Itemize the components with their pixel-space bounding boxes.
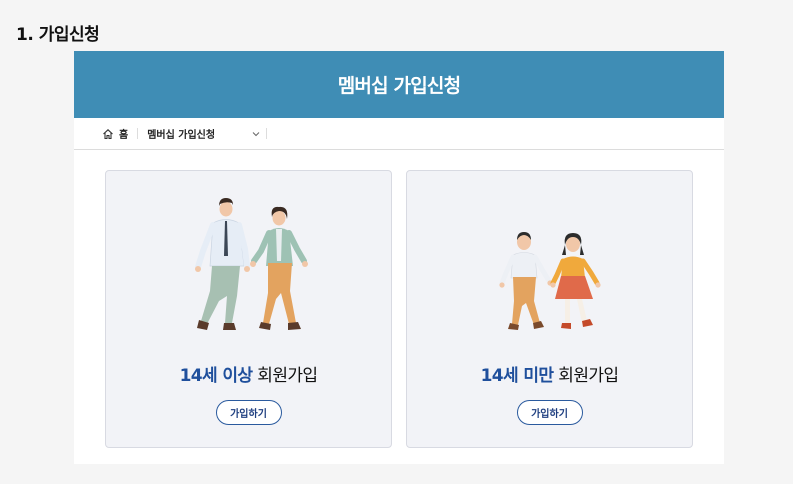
breadcrumb: 홈 멤버십 가입신청 bbox=[74, 118, 724, 150]
page-banner: 멤버십 가입신청 bbox=[74, 51, 724, 118]
chevron-down-icon bbox=[252, 131, 260, 136]
adults-illustration bbox=[195, 198, 308, 330]
card-title: 14세 미만 회원가입 bbox=[407, 361, 692, 386]
card-title: 14세 이상 회원가입 bbox=[106, 361, 391, 386]
section-title: 1. 가입신청 bbox=[16, 25, 100, 45]
join-button-over-14[interactable]: 가입하기 bbox=[215, 400, 282, 425]
breadcrumb-current: 멤버십 가입신청 bbox=[147, 130, 216, 141]
breadcrumb-dropdown[interactable]: 멤버십 가입신청 bbox=[138, 126, 266, 141]
breadcrumb-home[interactable]: 홈 bbox=[102, 126, 137, 141]
membership-panel: 멤버십 가입신청 홈 멤버십 가입신청 14세 이상 회원가입 가입하기 14세… bbox=[74, 51, 724, 464]
card-under-14: 14세 미만 회원가입 가입하기 bbox=[406, 170, 693, 448]
join-button-under-14[interactable]: 가입하기 bbox=[516, 400, 583, 425]
page-title: 멤버십 가입신청 bbox=[337, 75, 461, 97]
breadcrumb-home-label: 홈 bbox=[119, 130, 129, 141]
card-title-highlight: 14세 미만 bbox=[480, 366, 555, 386]
card-title-rest: 회원가입 bbox=[252, 366, 318, 386]
children-illustration bbox=[499, 232, 601, 330]
card-title-highlight: 14세 이상 bbox=[179, 366, 254, 386]
card-title-rest: 회원가입 bbox=[553, 366, 619, 386]
home-icon bbox=[103, 128, 113, 139]
breadcrumb-divider-end bbox=[266, 128, 268, 139]
card-over-14: 14세 이상 회원가입 가입하기 bbox=[105, 170, 392, 448]
